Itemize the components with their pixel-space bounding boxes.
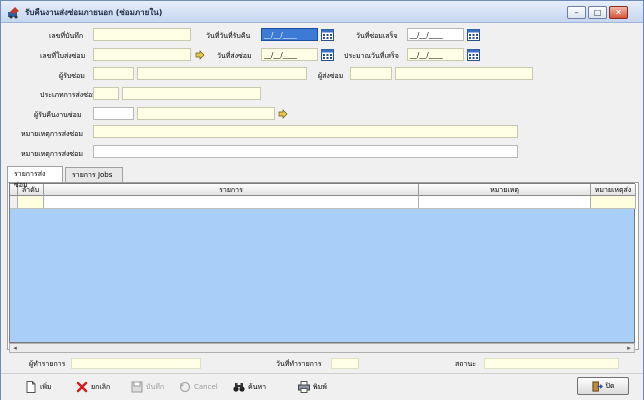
tab-strip: รายการส่งซ่อม รายการ Jobs [7, 166, 639, 189]
calendar-icon[interactable] [467, 28, 480, 41]
close-icon: ✕ [615, 8, 622, 17]
estimated-done-label: ประมาณวันที่เสร็จ [344, 52, 399, 60]
receive-date-input[interactable]: __/__/____ [261, 28, 318, 41]
save-button-label: บันทึก [146, 383, 165, 391]
exit-door-icon [591, 380, 603, 392]
window-title: รับคืนงานส่งซ่อมภายนอก (ซ่อมภายใน) [25, 8, 163, 17]
repair-done-label: วันที่ซ่อมเสร็จ [356, 32, 398, 40]
calendar-icon[interactable] [321, 48, 334, 61]
close-button-label: ปิด [605, 382, 615, 390]
created-by-value [71, 358, 201, 369]
col-header-note[interactable]: หมายเหตุ [419, 184, 591, 196]
close-button[interactable]: ปิด [577, 377, 629, 395]
col-header-send-note[interactable]: หมายเหตุส่ง [591, 184, 636, 196]
close-window-button[interactable]: ✕ [609, 6, 628, 19]
note2-label: หมายเหตุการส่งซ่อม [21, 150, 84, 158]
horizontal-scrollbar[interactable]: ◂ ▸ [9, 343, 635, 353]
record-no-input[interactable] [93, 28, 191, 41]
repair-type-label: ประเภทการส่งซ่อม [40, 91, 97, 99]
repair-type-code-input[interactable] [93, 87, 119, 100]
search-button-label: ค้นหา [248, 383, 267, 391]
save-button[interactable]: บันทึก [131, 379, 164, 395]
add-button-label: เพิ่ม [40, 383, 52, 391]
cancel-button-label: Cancel [194, 383, 218, 391]
created-by-label: ผู้ทำรายการ [29, 360, 66, 368]
note1-input[interactable] [93, 125, 518, 138]
tab-repair-items[interactable]: รายการส่งซ่อม [7, 166, 63, 189]
status-value [484, 358, 619, 369]
lookup-arrow-icon[interactable] [195, 50, 205, 60]
maximize-button[interactable]: □ [588, 6, 607, 19]
search-button[interactable]: ค้นหา [233, 379, 266, 395]
row-indicator [10, 196, 18, 208]
sent-date-label: วันที่ส่งซ่อม [217, 52, 252, 60]
cell-seq[interactable] [18, 196, 44, 208]
sender-code-input[interactable] [350, 67, 392, 80]
bottom-toolbar: เพิ่ม ยกเลิก บันทึก Cancel ค้นหา พิมพ์ ป… [1, 373, 643, 400]
repair-slip-label: เลขที่ใบส่งซ่อม [40, 52, 86, 60]
created-date-label: วันที่ทำรายการ [276, 360, 322, 368]
print-button-label: พิมพ์ [313, 383, 327, 391]
new-document-icon [26, 381, 36, 393]
cancel-button[interactable]: Cancel [179, 379, 218, 395]
print-button[interactable]: พิมพ์ [298, 379, 327, 395]
cell-send-note[interactable] [591, 196, 636, 208]
binoculars-icon [233, 383, 245, 392]
scroll-left-icon[interactable]: ◂ [10, 344, 20, 352]
estimated-done-input[interactable]: __/__/____ [407, 48, 464, 61]
cell-note[interactable] [419, 196, 591, 208]
record-no-label: เลขที่บันทึก [49, 32, 84, 40]
sent-date-input[interactable]: __/__/____ [261, 48, 318, 61]
cell-item[interactable] [44, 196, 419, 208]
note2-input[interactable] [93, 145, 518, 158]
repairer-label: ผู้รับซ่อม [59, 72, 85, 80]
repair-items-grid[interactable]: ลำดับ รายการ หมายเหตุ หมายเหตุส่ง [9, 183, 636, 343]
table-row[interactable] [10, 196, 636, 209]
printer-icon [298, 381, 310, 393]
minimize-icon: – [574, 8, 579, 17]
maximize-icon: □ [593, 8, 602, 17]
receiver-label: ผู้รับคืนงานซ่อม [34, 111, 82, 119]
scroll-right-icon[interactable]: ▸ [624, 344, 634, 352]
cancel-th-button[interactable]: ยกเลิก [76, 379, 110, 395]
minimize-button[interactable]: – [567, 6, 586, 19]
repair-done-input[interactable]: __/__/____ [407, 28, 464, 41]
repair-type-name-input[interactable] [122, 87, 261, 100]
calendar-icon[interactable] [321, 28, 334, 41]
add-button[interactable]: เพิ่ม [25, 379, 52, 395]
created-date-value [331, 358, 359, 369]
tab-jobs[interactable]: รายการ Jobs [65, 167, 123, 182]
calendar-icon[interactable] [467, 48, 480, 61]
repair-slip-input[interactable] [93, 48, 191, 61]
red-x-icon [76, 381, 88, 393]
lookup-arrow-icon[interactable] [278, 109, 288, 119]
title-bar[interactable]: รับคืนงานส่งซ่อมภายนอก (ซ่อมภายใน) – □ ✕ [1, 1, 643, 23]
repairer-name-input[interactable] [137, 67, 307, 80]
note1-label: หมายเหตุการส่งซ่อม [21, 130, 84, 138]
main-window: รับคืนงานส่งซ่อมภายนอก (ซ่อมภายใน) – □ ✕… [0, 0, 644, 400]
save-icon [131, 381, 143, 393]
repairer-code-input[interactable] [93, 67, 134, 80]
app-icon [8, 7, 19, 19]
col-header-item[interactable]: รายการ [44, 184, 419, 196]
receiver-code-input[interactable] [93, 107, 134, 120]
undo-icon [179, 381, 191, 393]
sender-name-input[interactable] [395, 67, 533, 80]
sender-label: ผู้ส่งซ่อม [318, 72, 344, 80]
status-label: สถานะ [455, 360, 476, 368]
cancel-th-button-label: ยกเลิก [91, 383, 111, 391]
receive-date-label: วันที่วันที่รับคืน [206, 32, 251, 40]
grid-header: ลำดับ รายการ หมายเหตุ หมายเหตุส่ง [10, 184, 636, 196]
receiver-name-input[interactable] [137, 107, 275, 120]
